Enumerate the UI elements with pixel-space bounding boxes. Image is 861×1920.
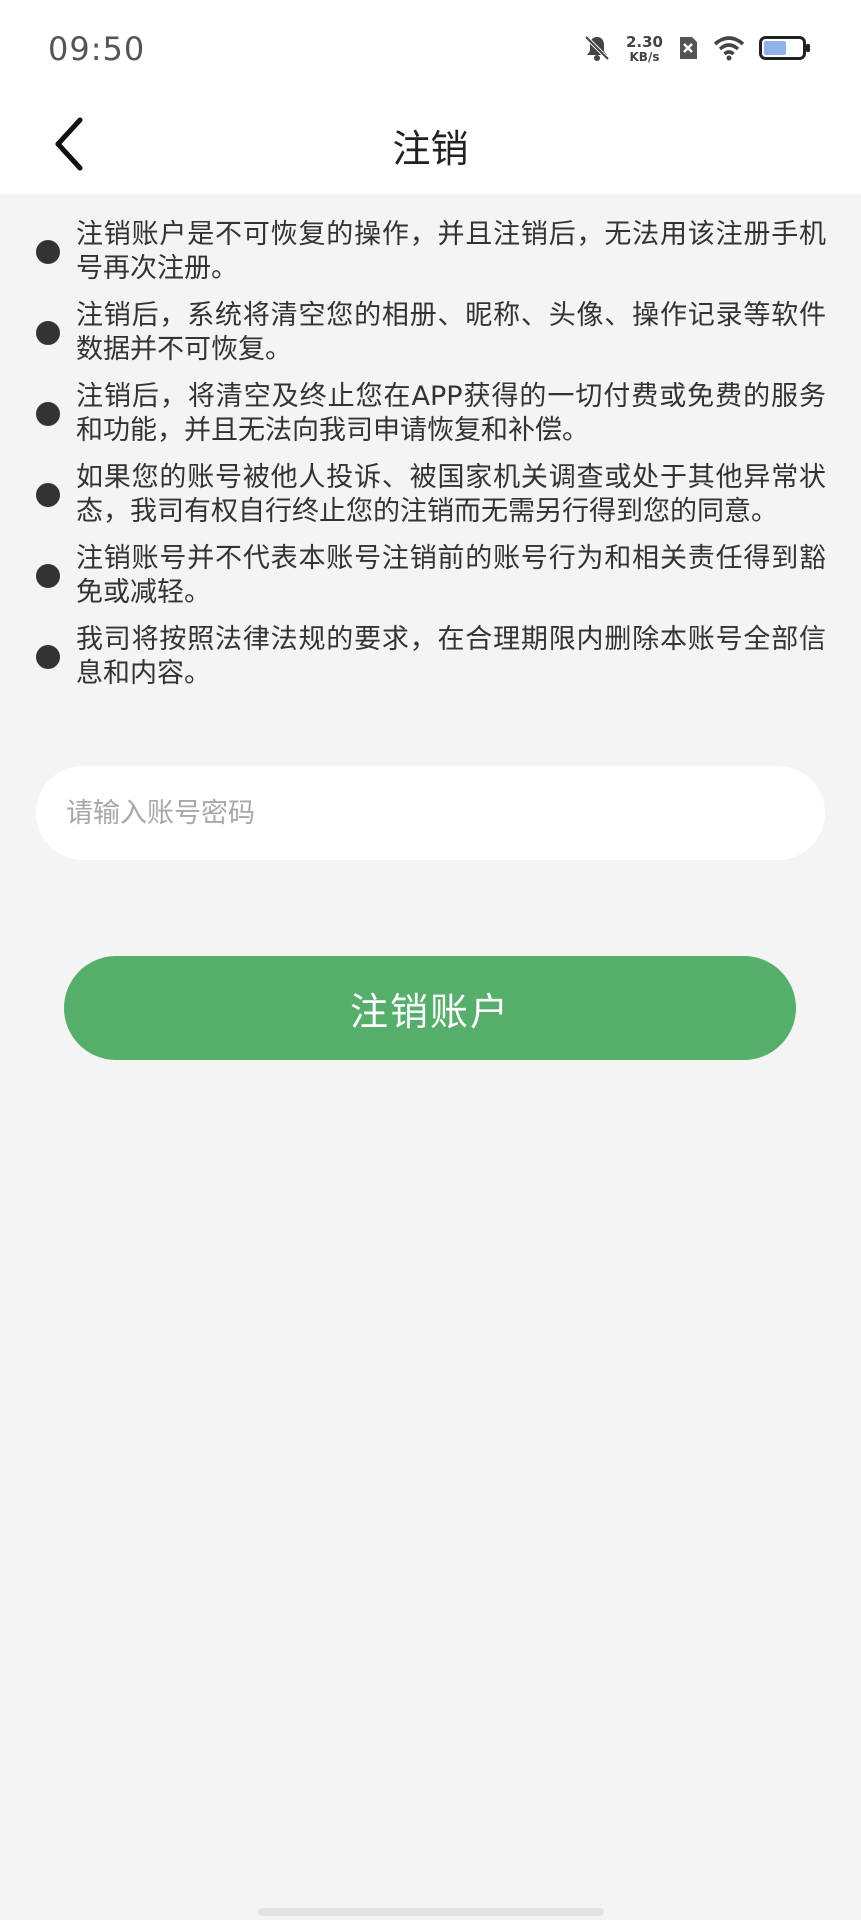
net-speed-unit: KB/s bbox=[629, 50, 660, 64]
net-speed: 2.30 KB/s bbox=[626, 35, 663, 65]
bullet-dot bbox=[36, 240, 60, 264]
notice-text: 注销账号并不代表本账号注销前的账号行为和相关责任得到豁免或减轻。 bbox=[76, 543, 826, 608]
list-item: 我司将按照法律法规的要求，在合理期限内删除本账号全部信息和内容。 bbox=[36, 623, 826, 691]
home-indicator bbox=[258, 1908, 604, 1916]
nav-bar: 注销 bbox=[0, 100, 861, 194]
deactivate-account-button[interactable]: 注销账户 bbox=[64, 956, 796, 1060]
page-title: 注销 bbox=[392, 127, 469, 171]
list-item: 如果您的账号被他人投诉、被国家机关调查或处于其他异常状态，我司有权自行终止您的注… bbox=[36, 461, 826, 529]
battery-icon bbox=[759, 35, 811, 65]
bullet-dot bbox=[36, 321, 60, 345]
bullet-dot bbox=[36, 483, 60, 507]
bullet-dot bbox=[36, 402, 60, 426]
sim-off-icon bbox=[677, 35, 699, 65]
status-bar: 09:50 2.30 KB/s bbox=[0, 0, 861, 100]
status-icons: 2.30 KB/s bbox=[582, 30, 811, 70]
net-speed-value: 2.30 bbox=[625, 33, 663, 51]
wifi-icon bbox=[713, 35, 745, 65]
status-time: 09:50 bbox=[48, 30, 146, 68]
list-item: 注销账号并不代表本账号注销前的账号行为和相关责任得到豁免或减轻。 bbox=[36, 542, 826, 610]
notice-text: 我司将按照法律法规的要求，在合理期限内删除本账号全部信息和内容。 bbox=[76, 624, 826, 689]
list-item: 注销后，将清空及终止您在APP获得的一切付费或免费的服务和功能，并且无法向我司申… bbox=[36, 380, 826, 448]
notice-list: 注销账户是不可恢复的操作，并且注销后，无法用该注册手机号再次注册。 注销后，系统… bbox=[0, 218, 861, 704]
bullet-dot bbox=[36, 645, 60, 669]
notice-text: 如果您的账号被他人投诉、被国家机关调查或处于其他异常状态，我司有权自行终止您的注… bbox=[76, 462, 826, 527]
notice-text: 注销后，系统将清空您的相册、昵称、头像、操作记录等软件数据并不可恢复。 bbox=[76, 300, 826, 365]
password-field-container bbox=[36, 766, 825, 860]
password-field[interactable] bbox=[64, 796, 768, 830]
list-item: 注销账户是不可恢复的操作，并且注销后，无法用该注册手机号再次注册。 bbox=[36, 218, 826, 286]
bullet-dot bbox=[36, 564, 60, 588]
notice-text: 注销后，将清空及终止您在APP获得的一切付费或免费的服务和功能，并且无法向我司申… bbox=[76, 381, 826, 446]
notice-text: 注销账户是不可恢复的操作，并且注销后，无法用该注册手机号再次注册。 bbox=[76, 219, 826, 284]
list-item: 注销后，系统将清空您的相册、昵称、头像、操作记录等软件数据并不可恢复。 bbox=[36, 299, 826, 367]
bell-muted-icon bbox=[582, 33, 612, 67]
